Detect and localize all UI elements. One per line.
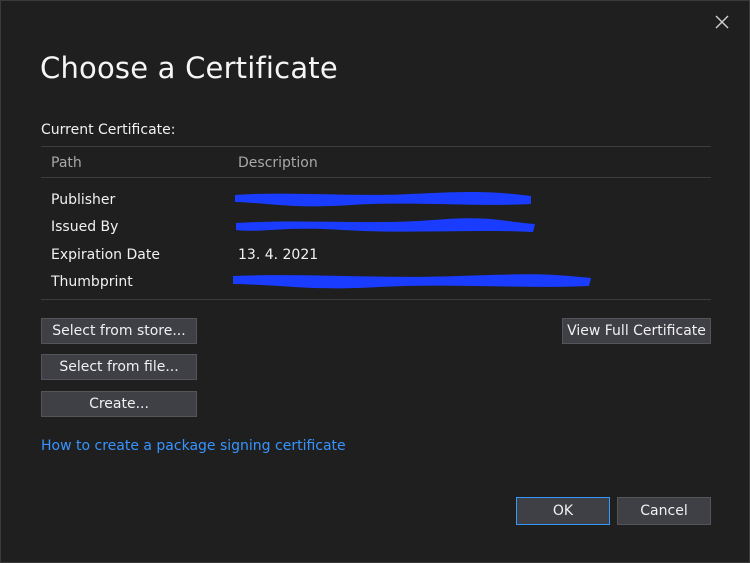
certificate-table: Path Description Publisher Issued By Exp…: [41, 146, 711, 300]
redaction-mark-thumbprint: [233, 274, 591, 289]
row-key-publisher: Publisher: [51, 192, 116, 208]
select-from-file-button[interactable]: Select from file...: [41, 354, 197, 380]
table-bottom-divider: [41, 299, 711, 300]
select-from-store-button[interactable]: Select from store...: [41, 318, 197, 344]
close-icon: [715, 15, 729, 29]
row-key-issued-by: Issued By: [51, 219, 119, 235]
current-certificate-label: Current Certificate:: [41, 122, 176, 138]
table-top-divider: [41, 146, 711, 147]
create-button[interactable]: Create...: [41, 391, 197, 417]
column-header-path: Path: [51, 155, 82, 171]
choose-certificate-dialog: Choose a Certificate Current Certificate…: [0, 0, 750, 563]
dialog-title: Choose a Certificate: [40, 51, 338, 85]
ok-button[interactable]: OK: [516, 497, 610, 525]
view-full-certificate-button[interactable]: View Full Certificate: [562, 318, 711, 344]
row-key-thumbprint: Thumbprint: [51, 274, 133, 290]
redaction-mark-issued-by: [236, 218, 535, 232]
column-header-description: Description: [238, 155, 318, 171]
redaction-mark-publisher: [235, 191, 531, 207]
table-header-divider: [41, 177, 711, 178]
how-to-create-certificate-link[interactable]: How to create a package signing certific…: [41, 438, 346, 454]
row-key-expiration-date: Expiration Date: [51, 247, 160, 263]
close-button[interactable]: [711, 11, 733, 33]
cancel-button[interactable]: Cancel: [617, 497, 711, 525]
row-value-expiration-date: 13. 4. 2021: [238, 247, 319, 263]
